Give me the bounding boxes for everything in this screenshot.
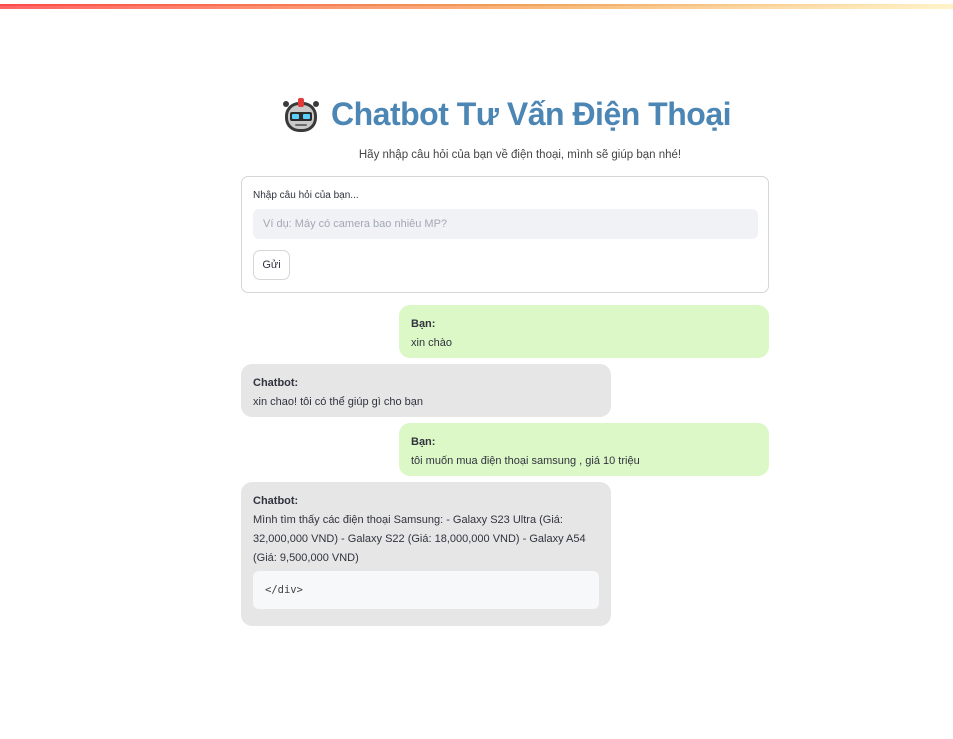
message-sender: Bạn: <box>411 436 436 448</box>
robot-icon <box>281 94 321 134</box>
top-decoration-bar <box>0 0 953 9</box>
message-text: tôi muốn mua điện thoại samsung , giá 10… <box>411 455 640 467</box>
chat-history: Bạn: xin chào Chatbot: xin chao! tôi có … <box>241 305 769 626</box>
message-text: xin chào <box>411 337 452 349</box>
chat-message-user: Bạn: tôi muốn mua điện thoại samsung , g… <box>399 423 769 476</box>
chat-message-user: Bạn: xin chào <box>399 305 769 358</box>
page-title: Chatbot Tư Vấn Điện Thoại <box>331 95 732 132</box>
message-text: xin chao! tôi có thể giúp gì cho bạn <box>253 396 424 408</box>
message-text: Mình tìm thấy các điện thoại Samsung: - … <box>253 514 586 564</box>
message-sender: Chatbot: <box>253 495 299 507</box>
chat-message-bot: Chatbot: Mình tìm thấy các điện thoại Sa… <box>241 482 611 626</box>
question-input-placeholder: Ví dụ: Máy có camera bao nhiêu MP? <box>263 218 448 230</box>
title-row: Chatbot Tư Vấn Điện Thoại <box>243 92 769 136</box>
message-sender: Chatbot: <box>253 377 299 389</box>
main-container: Chatbot Tư Vấn Điện Thoại Hãy nhập câu h… <box>241 92 769 632</box>
question-form: Nhập câu hỏi của bạn... Ví dụ: Máy có ca… <box>241 176 769 293</box>
question-input[interactable]: Ví dụ: Máy có camera bao nhiêu MP? <box>253 209 758 239</box>
code-block: </div> <box>253 571 599 609</box>
message-sender: Bạn: <box>411 318 436 330</box>
question-input-label: Nhập câu hỏi của bạn... <box>253 190 359 201</box>
chat-message-bot: Chatbot: xin chao! tôi có thể giúp gì ch… <box>241 364 611 417</box>
send-button[interactable]: Gửi <box>253 250 290 280</box>
page-subtitle: Hãy nhập câu hỏi của bạn về điện thoại, … <box>358 149 682 161</box>
